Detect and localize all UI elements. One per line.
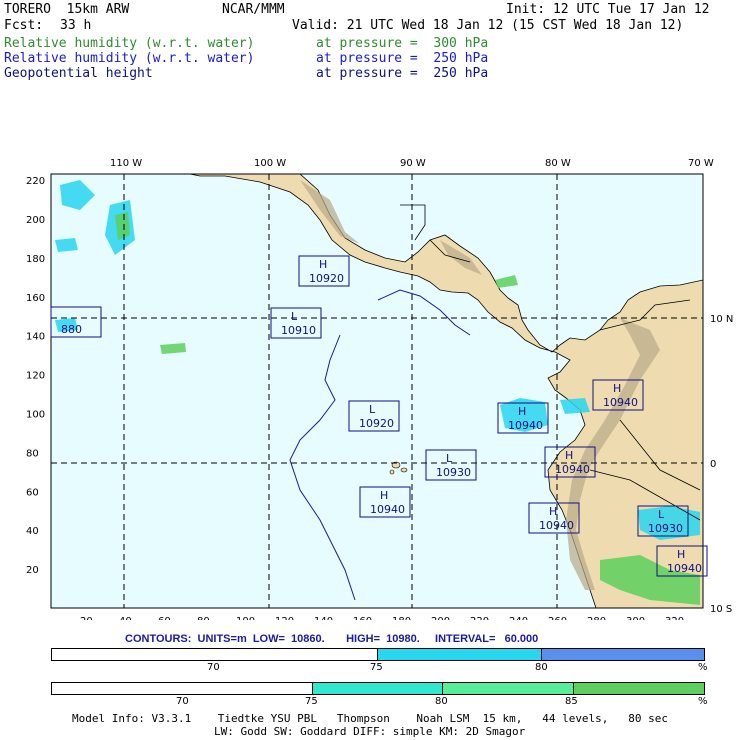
marker-value: 10930 [436,466,471,479]
colorbar-label: 70 [176,696,189,707]
y-tick-label: 180 [26,254,45,265]
x-tick-label: 140 [314,616,333,620]
marker-value: 880 [61,323,82,336]
lat-label: 0 [710,459,716,470]
model-title: TORERO 15km ARW [4,2,130,17]
colorbar-label: 75 [370,662,383,673]
marker-type: L [369,403,376,416]
colorbar-segment [311,683,443,694]
y-tick-label: 220 [26,176,45,187]
x-tick-label: 40 [119,616,132,620]
colorbar-segment [573,683,704,694]
lon-labels: 110 W 100 W 90 W 80 W 70 W [110,158,714,169]
marker-value: 10940 [603,396,638,409]
colorbar-rh300 [51,682,705,695]
org-label: NCAR/MMM [222,2,285,17]
colorbar-segment [442,683,574,694]
valid-time: Valid: 21 UTC Wed 18 Jan 12 (15 CST Wed … [292,18,684,33]
init-time: Init: 12 UTC Tue 17 Jan 12 [506,2,710,17]
marker-value: 10930 [648,522,683,535]
marker-value: 10920 [359,417,394,430]
marker-value: 10910 [281,324,316,337]
marker-type: H [518,405,526,418]
x-tick-label: 180 [392,616,411,620]
colorbar-rh250 [51,648,705,661]
colorbar-label: 85 [565,696,578,707]
contours-info: CONTOURS: UNITS=m LOW= 10860. HIGH= 1098… [125,633,539,645]
y-tick-label: 140 [26,332,45,343]
field-name-geopot: Geopotential height [4,66,153,81]
marker-type: H [565,449,573,462]
colorbar-label: 80 [435,696,448,707]
lon-label: 80 W [545,158,571,169]
x-tick-label: 280 [587,616,606,620]
marker-type: H [380,489,388,502]
marker-type: L [291,310,298,323]
marker-type: H [549,505,557,518]
field-name-rh250: Relative humidity (w.r.t. water) [4,51,255,66]
colorbar-label: 80 [535,662,548,673]
field-level-rh250: at pressure = 250 hPa [316,51,489,66]
y-tick-label: 40 [26,526,39,537]
x-tick-label: 80 [197,616,210,620]
lat-labels: 10 N 0 10 S [710,314,733,615]
colorbar-label: % [698,696,708,707]
colorbar-segment [540,649,704,660]
y-tick-label: 20 [26,565,39,576]
colorbar-label: 75 [305,696,318,707]
weather-map: 110 W 100 W 90 W 80 W 70 W 10 N 0 10 S 2… [26,158,733,620]
y-tick-label: 60 [26,487,39,498]
model-info: Model Info: V3.3.1 Tiedtke YSU PBL Thomp… [72,712,669,725]
x-tick-label: 60 [158,616,171,620]
lat-label: 10 S [710,604,732,615]
y-tick-label: 120 [26,371,45,382]
lon-label: 100 W [254,158,286,169]
colorbar-segment [52,683,312,694]
colorbar-label: % [698,662,708,673]
field-level-rh300: at pressure = 300 hPa [316,36,489,51]
y-tick-label: 160 [26,293,45,304]
x-tick-label: 100 [236,616,255,620]
x-tick-label: 160 [353,616,372,620]
x-tick-label: 260 [548,616,567,620]
fcst-label: Fcst: [4,18,44,33]
marker-type: H [613,382,621,395]
x-tick-label: 300 [626,616,645,620]
fcst-hours: 33 h [60,18,92,33]
lon-label: 110 W [110,158,142,169]
x-tick-label: 120 [275,616,294,620]
colorbar-segment [52,649,377,660]
lon-label: 90 W [400,158,426,169]
marker-value: 10940 [667,562,702,575]
colorbar-label: 70 [207,662,220,673]
field-level-geopot: at pressure = 250 hPa [316,66,489,81]
marker-value: 10940 [555,463,590,476]
y-tick-labels: 20 40 60 80 100 120 140 160 180 200 220 [26,176,45,576]
field-name-rh300: Relative humidity (w.r.t. water) [4,36,255,51]
x-tick-label: 320 [665,616,684,620]
y-tick-label: 200 [26,215,45,226]
x-tick-label: 240 [509,616,528,620]
x-tick-label: 220 [470,616,489,620]
x-tick-labels: 20 40 60 80 100 120 140 160 180 200 220 240 260 280 30… [80,616,684,620]
marker-value: 10940 [539,519,574,532]
marker-value: 10940 [508,419,543,432]
lon-label: 70 W [688,158,714,169]
marker-type: H [319,258,327,271]
marker-type: L [446,452,453,465]
physics-info: LW: Godd SW: Goddard DIFF: simple KM: 2D… [214,725,526,738]
marker-type: L [658,508,665,521]
y-tick-label: 80 [26,448,39,459]
marker-value: 10940 [370,503,405,516]
marker-value: 10920 [309,272,344,285]
colorbar-segment [377,649,541,660]
lat-label: 10 N [710,314,733,325]
marker-type: H [677,548,685,561]
x-tick-label: 20 [80,616,93,620]
y-tick-label: 100 [26,410,45,421]
x-tick-label: 200 [431,616,450,620]
